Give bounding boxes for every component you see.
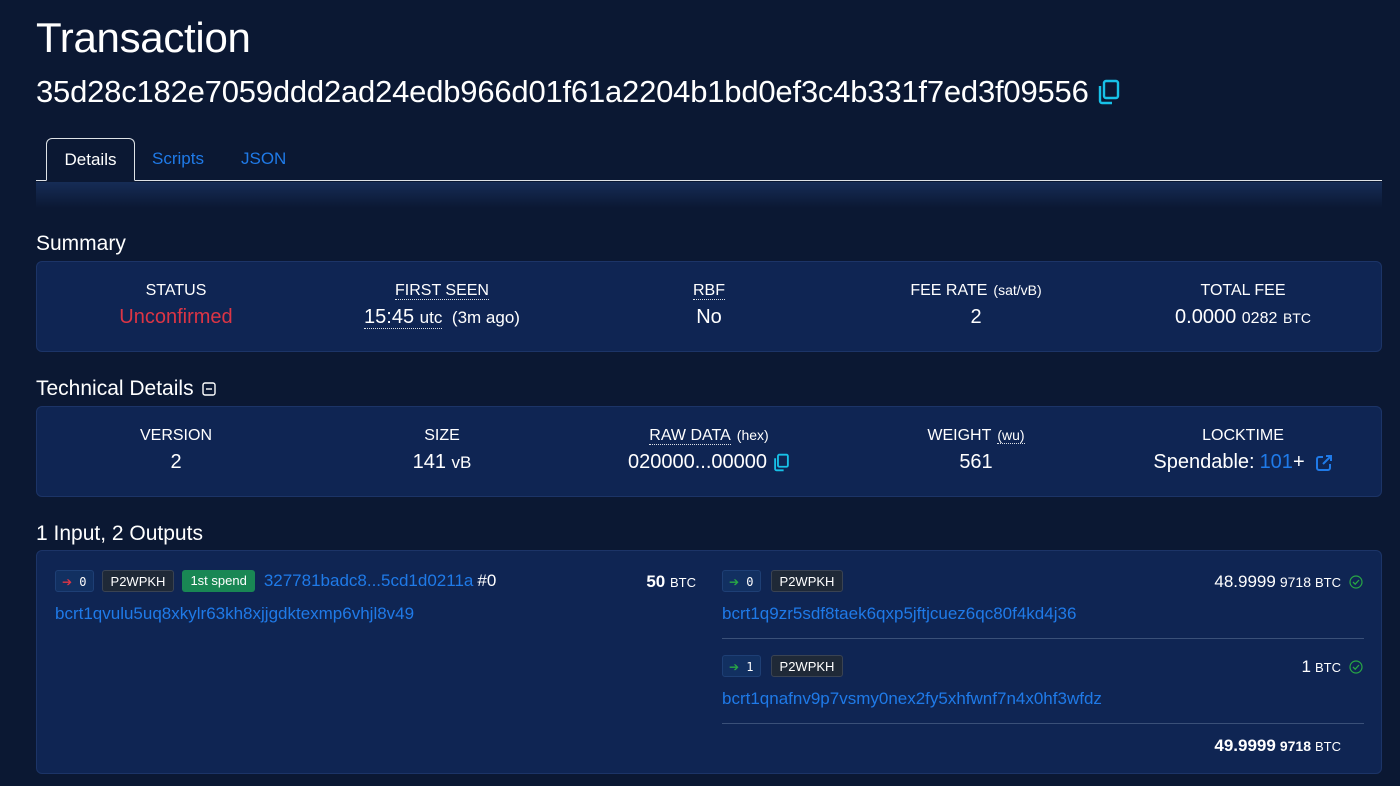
external-link-icon[interactable] bbox=[1315, 454, 1333, 472]
total-fee-main: 0.0000 bbox=[1175, 306, 1237, 328]
summary-title: Summary bbox=[36, 232, 126, 255]
arrow-right-icon: ➔ bbox=[729, 660, 740, 674]
rbf-value: No bbox=[696, 306, 722, 328]
status-cell: STATUS Unconfirmed bbox=[76, 282, 276, 329]
size-cell: SIZE 141 vB bbox=[342, 427, 542, 474]
input-amount-main: 50 bbox=[646, 572, 666, 591]
output-amount: 48.9999 9718 BTC bbox=[1214, 572, 1363, 592]
tab-json[interactable]: JSON bbox=[241, 138, 286, 181]
output-amount-unit: BTC bbox=[1315, 574, 1341, 590]
summary-card: STATUS Unconfirmed FIRST SEEN 15:45 utc … bbox=[36, 261, 1382, 352]
total-amount-rest: 9718 bbox=[1279, 738, 1311, 754]
input-index-badge[interactable]: ➔ 0 bbox=[55, 570, 94, 592]
divider bbox=[722, 723, 1364, 724]
prevout-index: #0 bbox=[477, 571, 497, 590]
version-cell: VERSION 2 bbox=[76, 427, 276, 474]
spend-badge: 1st spend bbox=[182, 570, 255, 592]
weight-unit[interactable]: (wu) bbox=[997, 427, 1025, 444]
input-amount-unit: BTC bbox=[670, 575, 696, 590]
first-seen-cell: FIRST SEEN 15:45 utc (3m ago) bbox=[342, 282, 542, 329]
first-seen-label[interactable]: FIRST SEEN bbox=[395, 282, 489, 300]
technical-card: VERSION 2 SIZE 141 vB RAW DATA (hex) 0200… bbox=[36, 406, 1382, 497]
technical-title: Technical Details bbox=[36, 377, 216, 401]
input-type-badge: P2WPKH bbox=[101, 570, 175, 592]
output-amount: 1 BTC bbox=[1302, 657, 1363, 677]
locktime-prefix: Spendable: bbox=[1153, 451, 1255, 473]
collapse-icon[interactable] bbox=[201, 382, 216, 396]
version-label: VERSION bbox=[139, 427, 212, 444]
copy-icon[interactable] bbox=[1097, 79, 1121, 105]
output-amount-rest: 9718 bbox=[1279, 574, 1311, 590]
locktime-cell: LOCKTIME Spendable: 101 + bbox=[1133, 427, 1353, 474]
status-label: STATUS bbox=[145, 282, 207, 299]
page-title: Transaction bbox=[36, 14, 251, 61]
output-amount-unit: BTC bbox=[1315, 659, 1341, 675]
weight-value: 561 bbox=[959, 451, 993, 473]
first-seen-time: 15:45 bbox=[364, 306, 415, 328]
input-address[interactable]: bcrt1qvulu5uq8xkylr63kh8xjjgdktexmp6vhjl… bbox=[55, 604, 414, 624]
tab-bar: Details Scripts JSON bbox=[36, 138, 1382, 181]
input-amount: 50 BTC bbox=[646, 572, 696, 592]
total-amount-unit: BTC bbox=[1315, 738, 1341, 754]
tab-details[interactable]: Details bbox=[46, 138, 135, 181]
first-seen-ago: (3m ago) bbox=[451, 308, 520, 327]
prevout-link[interactable]: 327781badc8...5cd1d0211a bbox=[264, 571, 474, 591]
first-seen-time-wrap[interactable]: 15:45 utc bbox=[364, 306, 443, 329]
technical-title-text: Technical Details bbox=[36, 377, 194, 400]
output-address[interactable]: bcrt1q9zr5sdf8taek6qxp5jftjcuez6qc80f4kd… bbox=[722, 604, 1076, 624]
locktime-label: LOCKTIME bbox=[1202, 427, 1284, 444]
fee-rate-label: FEE RATE bbox=[910, 282, 988, 299]
total-amount-main: 49.9999 bbox=[1214, 736, 1276, 755]
fee-rate-value: 2 bbox=[970, 306, 982, 328]
total-fee-unit: BTC bbox=[1282, 310, 1311, 326]
copy-icon[interactable] bbox=[773, 453, 790, 472]
locktime-suffix: + bbox=[1292, 451, 1305, 473]
rbf-cell: RBF No bbox=[609, 282, 809, 329]
fee-rate-unit: (sat/vB) bbox=[993, 282, 1042, 298]
check-circle-icon bbox=[1349, 575, 1363, 589]
raw-data-unit: (hex) bbox=[736, 427, 769, 443]
first-seen-tz: utc bbox=[419, 308, 443, 327]
output-address[interactable]: bcrt1qnafnv9p7vsmy0nex2fy5xhfwnf7n4x0hf3… bbox=[722, 689, 1102, 709]
output-index-badge[interactable]: ➔ 1 bbox=[722, 655, 761, 677]
output-type-badge: P2WPKH bbox=[770, 570, 844, 592]
total-amount: 49.9999 9718 BTC bbox=[1214, 736, 1341, 756]
status-value: Unconfirmed bbox=[119, 306, 233, 328]
output-amount-main: 48.9999 bbox=[1214, 572, 1276, 591]
raw-data-cell: RAW DATA (hex) 020000...00000 bbox=[599, 427, 819, 474]
total-fee-rest: 0282 bbox=[1241, 310, 1278, 327]
size-unit: vB bbox=[451, 453, 472, 472]
raw-data-value: 020000...00000 bbox=[627, 451, 768, 473]
check-circle-icon bbox=[1349, 660, 1363, 674]
total-fee-cell: TOTAL FEE 0.0000 0282 BTC bbox=[1143, 282, 1343, 329]
tab-scripts[interactable]: Scripts bbox=[152, 138, 204, 181]
size-label: SIZE bbox=[424, 427, 460, 444]
output-row: ➔ 1 P2WPKH bbox=[722, 655, 844, 677]
tab-shadow bbox=[36, 182, 1382, 208]
output-amount-main: 1 bbox=[1301, 657, 1311, 676]
rbf-label[interactable]: RBF bbox=[693, 282, 725, 300]
arrow-right-icon: ➔ bbox=[62, 575, 73, 589]
size-value: 141 bbox=[412, 451, 446, 473]
io-card: ➔ 0 P2WPKH 1st spend 327781badc8...5cd1d… bbox=[36, 550, 1382, 774]
output-index: 1 bbox=[746, 660, 754, 674]
divider bbox=[722, 638, 1364, 639]
weight-cell: WEIGHT (wu) 561 bbox=[876, 427, 1076, 474]
input-row: ➔ 0 P2WPKH 1st spend 327781badc8...5cd1d… bbox=[55, 570, 496, 592]
txid-row: 35d28c182e7059ddd2ad24edb966d01f61a2204b… bbox=[36, 74, 1121, 110]
output-index: 0 bbox=[746, 575, 754, 589]
transaction-id: 35d28c182e7059ddd2ad24edb966d01f61a2204b… bbox=[36, 74, 1089, 109]
output-type-badge: P2WPKH bbox=[770, 655, 844, 677]
raw-data-label[interactable]: RAW DATA bbox=[649, 427, 731, 445]
output-index-badge[interactable]: ➔ 0 bbox=[722, 570, 761, 592]
io-title: 1 Input, 2 Outputs bbox=[36, 522, 203, 545]
input-index: 0 bbox=[79, 575, 87, 589]
weight-label: WEIGHT bbox=[927, 427, 992, 444]
output-row: ➔ 0 P2WPKH bbox=[722, 570, 844, 592]
fee-rate-cell: FEE RATE (sat/vB) 2 bbox=[876, 282, 1076, 329]
total-fee-label: TOTAL FEE bbox=[1200, 282, 1286, 299]
version-value: 2 bbox=[170, 451, 182, 473]
arrow-right-icon: ➔ bbox=[729, 575, 740, 589]
locktime-block-link[interactable]: 101 bbox=[1260, 451, 1293, 474]
